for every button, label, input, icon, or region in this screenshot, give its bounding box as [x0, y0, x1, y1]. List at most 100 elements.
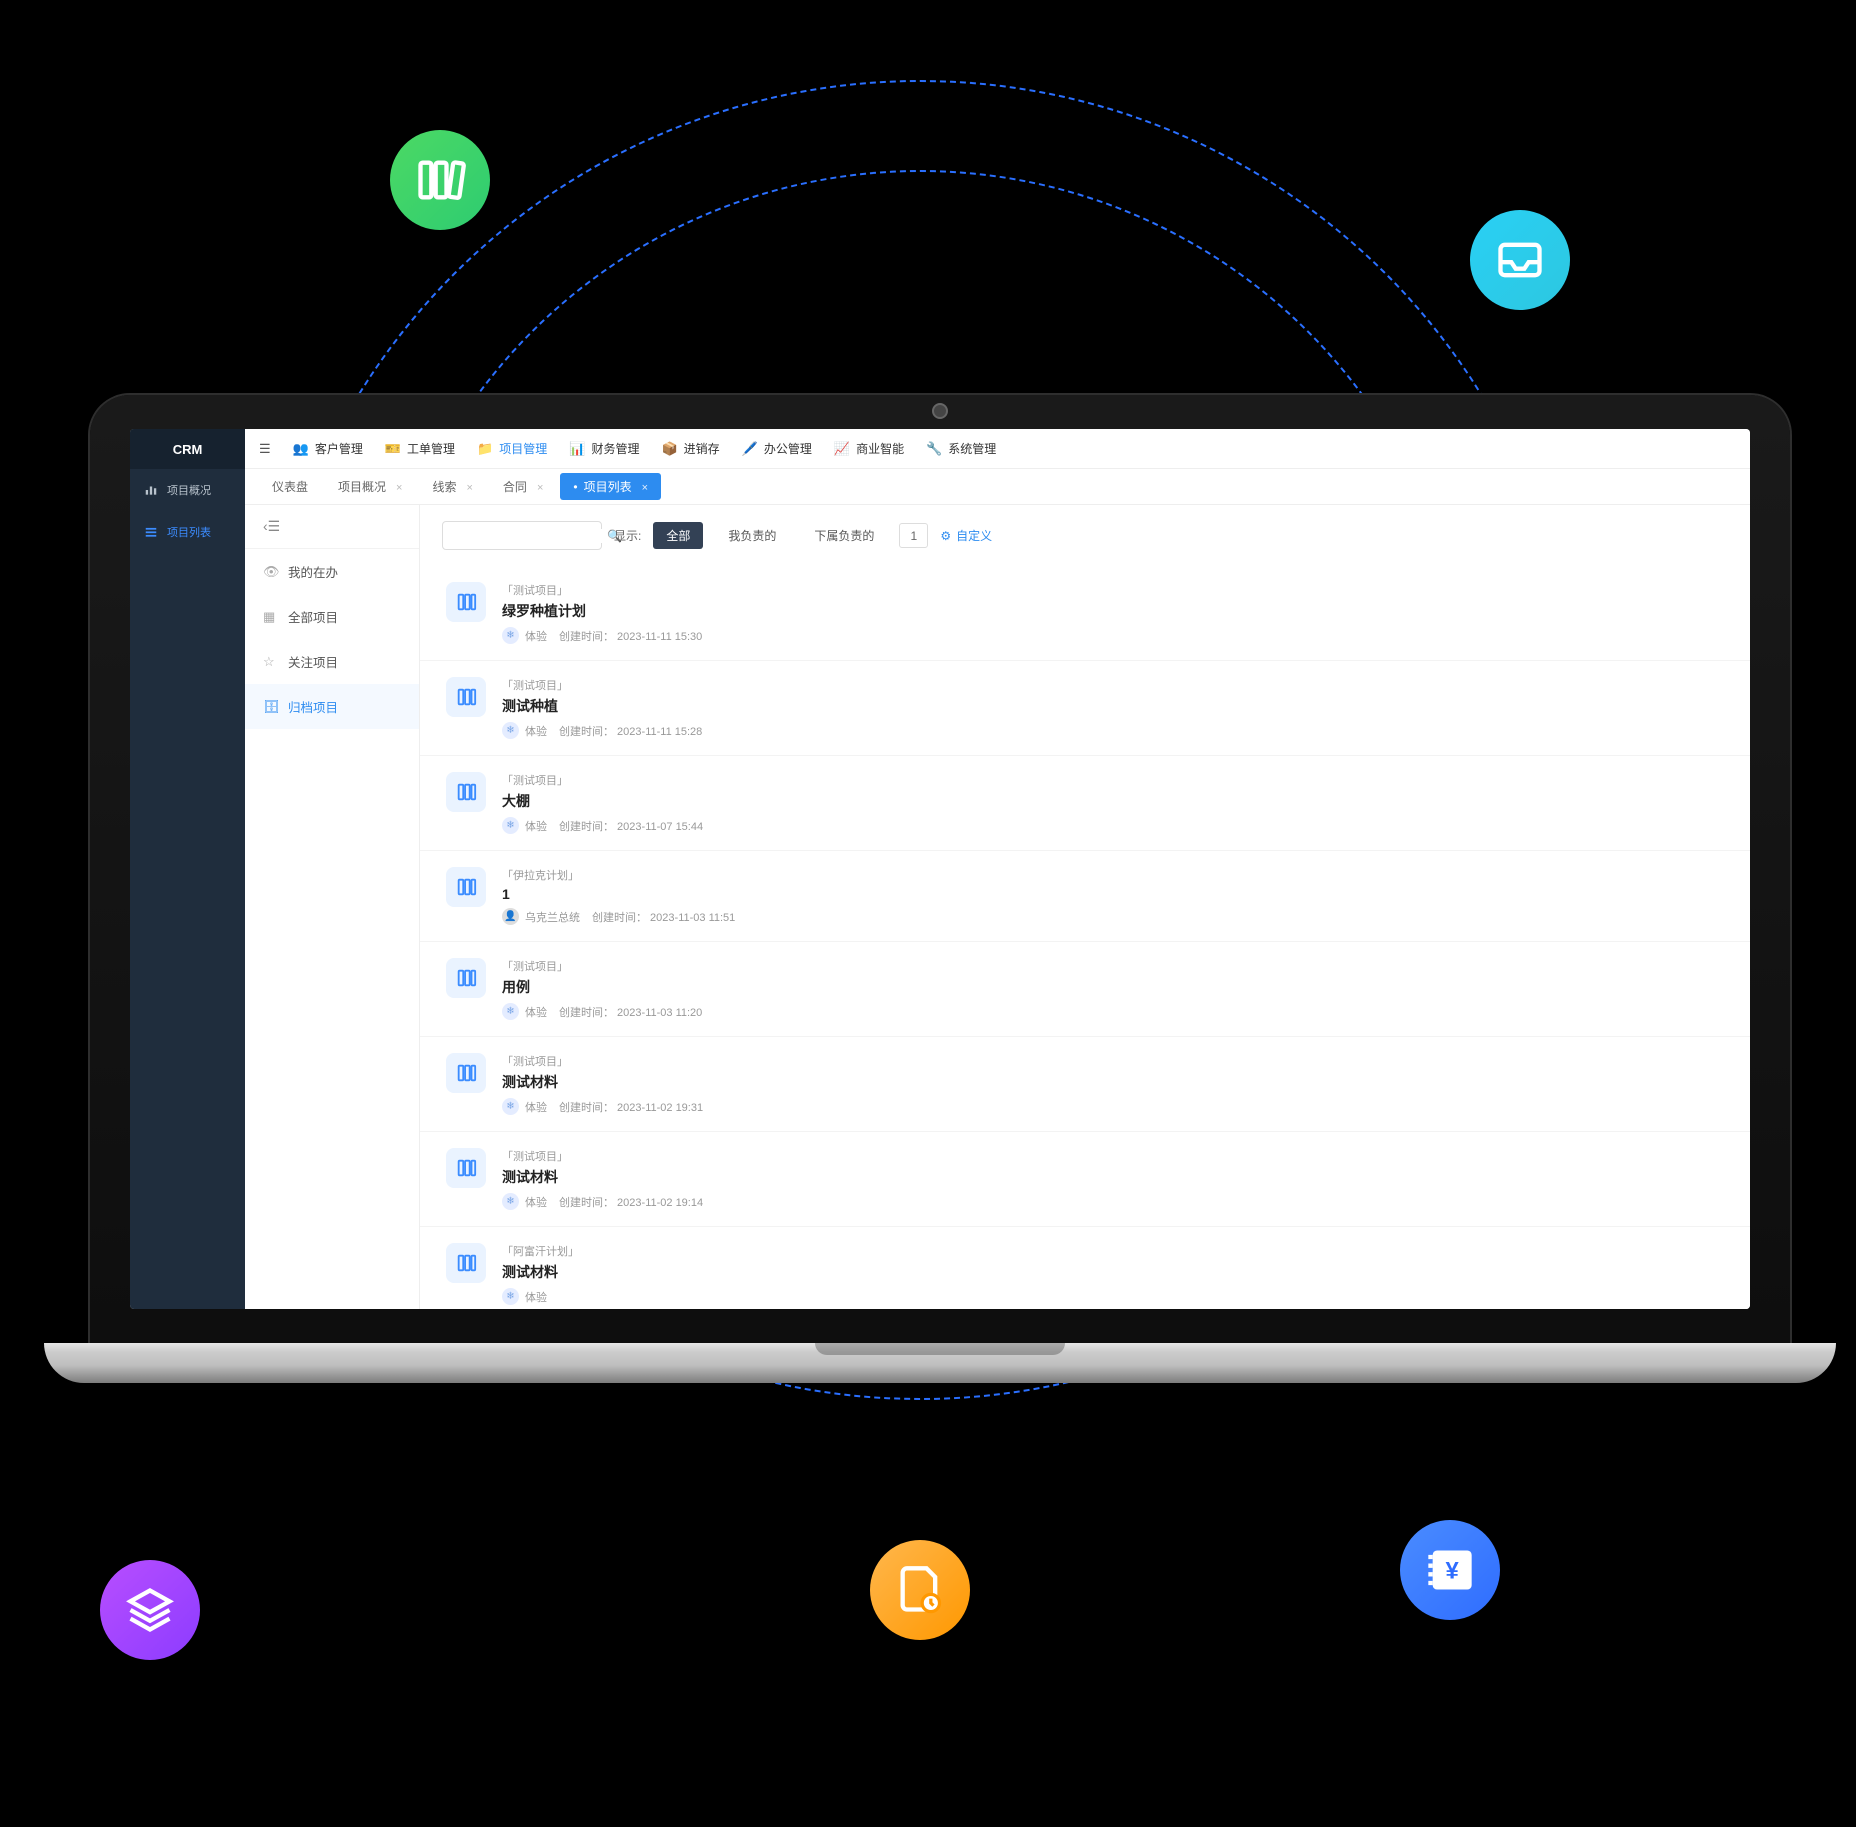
avatar-icon: ❄ [502, 1098, 519, 1115]
app-logo: CRM [130, 429, 245, 469]
project-row[interactable]: 「阿富汗计划」测试材料❄体验 [420, 1227, 1750, 1309]
filter-chip-all[interactable]: 全部 [653, 522, 703, 549]
project-list: 「测试项目」绿罗种植计划❄体验创建时间： 2023-11-11 15:30「测试… [420, 566, 1750, 1309]
filter-chip-sub[interactable]: 下属负责的 [801, 522, 887, 549]
project-row[interactable]: 「测试项目」用例 ❄体验创建时间： 2023-11-03 11:20 [420, 942, 1750, 1037]
project-owner: ❄体验 [502, 817, 547, 834]
project-title: 测试材料 [502, 1072, 1724, 1092]
project-title: 大棚 [502, 791, 1724, 811]
close-icon[interactable]: × [466, 482, 472, 494]
project-badge-icon [446, 1053, 486, 1093]
svg-text:¥: ¥ [1446, 1558, 1460, 1585]
bubble-inbox-icon [1470, 210, 1570, 310]
project-badge-icon [446, 772, 486, 812]
nav-tickets[interactable]: 🎫工单管理 [385, 440, 455, 457]
ticket-icon: 🎫 [385, 441, 401, 457]
project-title: 测试材料 [502, 1262, 1724, 1282]
filter-chip-mine[interactable]: 我负责的 [715, 522, 789, 549]
project-category: 「阿富汗计划」 [502, 1243, 1724, 1259]
subnav-all-projects[interactable]: ▦全部项目 [245, 594, 419, 639]
project-icon: 📁 [477, 441, 493, 457]
subnav-followed[interactable]: ☆关注项目 [245, 639, 419, 684]
project-title: 测试种植 [502, 696, 1724, 716]
app-screen: CRM 项目概况 项目列表 ☰ [130, 429, 1750, 1309]
project-list-panel: 🔍 显示: 全部 我负责的 下属负责的 1 ⚙自定义 「测试项目」绿罗种植计划❄… [420, 505, 1750, 1309]
subnav-my-tasks[interactable]: 👁我的在办 [245, 549, 419, 594]
nav-menu-toggle[interactable]: ☰ [259, 441, 271, 457]
subnav-archived[interactable]: 🗄归档项目 [245, 684, 419, 729]
tab-leads[interactable]: 线索× [419, 473, 485, 500]
filter-custom-link[interactable]: ⚙自定义 [940, 527, 992, 544]
project-title: 测试材料 [502, 1167, 1724, 1187]
project-owner: ❄体验 [502, 1003, 547, 1020]
project-badge-icon [446, 677, 486, 717]
project-category: 「伊拉克计划」 [502, 867, 1724, 883]
gear-icon: 🔧 [926, 441, 942, 457]
filter-count[interactable]: 1 [899, 523, 928, 548]
tab-bar: 仪表盘 项目概况× 线索× 合同× 项目列表× [245, 469, 1750, 505]
close-icon[interactable]: × [642, 482, 648, 494]
tab-dashboard[interactable]: 仪表盘 [259, 473, 321, 500]
finance-icon: 📊 [569, 441, 585, 457]
nav-bi[interactable]: 📈商业智能 [834, 440, 904, 457]
project-category: 「测试项目」 [502, 677, 1724, 693]
laptop-frame: CRM 项目概况 项目列表 ☰ [90, 395, 1790, 1383]
collapse-toggle[interactable]: ‹☰ [245, 505, 419, 549]
menu-icon: ☰ [259, 441, 271, 457]
project-badge-icon [446, 867, 486, 907]
search-input[interactable] [452, 529, 607, 543]
list-icon [144, 525, 158, 539]
nav-office[interactable]: 🖊️办公管理 [742, 440, 812, 457]
project-owner: ❄体验 [502, 1193, 547, 1210]
project-title: 用例 [502, 977, 1724, 997]
nav-system[interactable]: 🔧系统管理 [926, 440, 996, 457]
bubble-layers-icon [100, 1560, 200, 1660]
bubble-books-icon [390, 130, 490, 230]
project-row[interactable]: 「测试项目」测试材料❄体验创建时间： 2023-11-02 19:14 [420, 1132, 1750, 1227]
tab-overview[interactable]: 项目概况× [325, 473, 415, 500]
close-icon[interactable]: × [396, 482, 402, 494]
project-created-time: 创建时间： 2023-11-02 19:31 [559, 1099, 703, 1115]
project-row[interactable]: 「测试项目」测试材料❄体验创建时间： 2023-11-02 19:31 [420, 1037, 1750, 1132]
nav-inventory[interactable]: 📦进销存 [661, 440, 719, 457]
sidebar-label: 项目概况 [167, 482, 211, 498]
project-created-time: 创建时间： 2023-11-03 11:20 [559, 1004, 702, 1020]
sidebar-item-list[interactable]: 项目列表 [130, 511, 245, 553]
search-input-wrap[interactable]: 🔍 [442, 521, 602, 550]
project-category: 「测试项目」 [502, 958, 1724, 974]
nav-finance[interactable]: 📊财务管理 [569, 440, 639, 457]
avatar-icon: ❄ [502, 817, 519, 834]
project-owner: ❄体验 [502, 627, 547, 644]
gear-icon: ⚙ [940, 529, 951, 543]
tab-contracts[interactable]: 合同× [490, 473, 556, 500]
avatar-icon: ❄ [502, 1003, 519, 1020]
eye-icon: 👁 [263, 564, 278, 580]
people-icon: 👥 [293, 441, 309, 457]
tab-project-list[interactable]: 项目列表× [560, 473, 661, 500]
bar-chart-icon [144, 483, 158, 497]
project-created-time: 创建时间： 2023-11-03 11:51 [592, 909, 735, 925]
project-row[interactable]: 「伊拉克计划」1👤乌克兰总统创建时间： 2023-11-03 11:51 [420, 851, 1750, 942]
project-category: 「测试项目」 [502, 1148, 1724, 1164]
close-icon[interactable]: × [537, 482, 543, 494]
project-row[interactable]: 「测试项目」大棚❄体验创建时间： 2023-11-07 15:44 [420, 756, 1750, 851]
bubble-file-clock-icon [870, 1540, 970, 1640]
avatar-icon: 👤 [502, 908, 519, 925]
project-created-time: 创建时间： 2023-11-11 15:28 [559, 723, 702, 739]
project-category: 「测试项目」 [502, 772, 1724, 788]
sidebar-label: 项目列表 [167, 524, 211, 540]
project-owner: ❄体验 [502, 722, 547, 739]
project-badge-icon [446, 958, 486, 998]
office-icon: 🖊️ [742, 441, 758, 457]
nav-customers[interactable]: 👥客户管理 [293, 440, 363, 457]
project-created-time: 创建时间： 2023-11-11 15:30 [559, 628, 702, 644]
sidebar-item-overview[interactable]: 项目概况 [130, 469, 245, 511]
main-area: ☰ 👥客户管理 🎫工单管理 📁项目管理 📊财务管理 📦进销存 🖊️办公管理 📈商… [245, 429, 1750, 1309]
project-row[interactable]: 「测试项目」绿罗种植计划❄体验创建时间： 2023-11-11 15:30 [420, 566, 1750, 661]
project-row[interactable]: 「测试项目」测试种植 ❄体验创建时间： 2023-11-11 15:28 [420, 661, 1750, 756]
avatar-icon: ❄ [502, 1193, 519, 1210]
nav-projects[interactable]: 📁项目管理 [477, 440, 547, 457]
project-title: 1 [502, 886, 1724, 902]
avatar-icon: ❄ [502, 1288, 519, 1305]
star-icon: ☆ [263, 654, 278, 670]
